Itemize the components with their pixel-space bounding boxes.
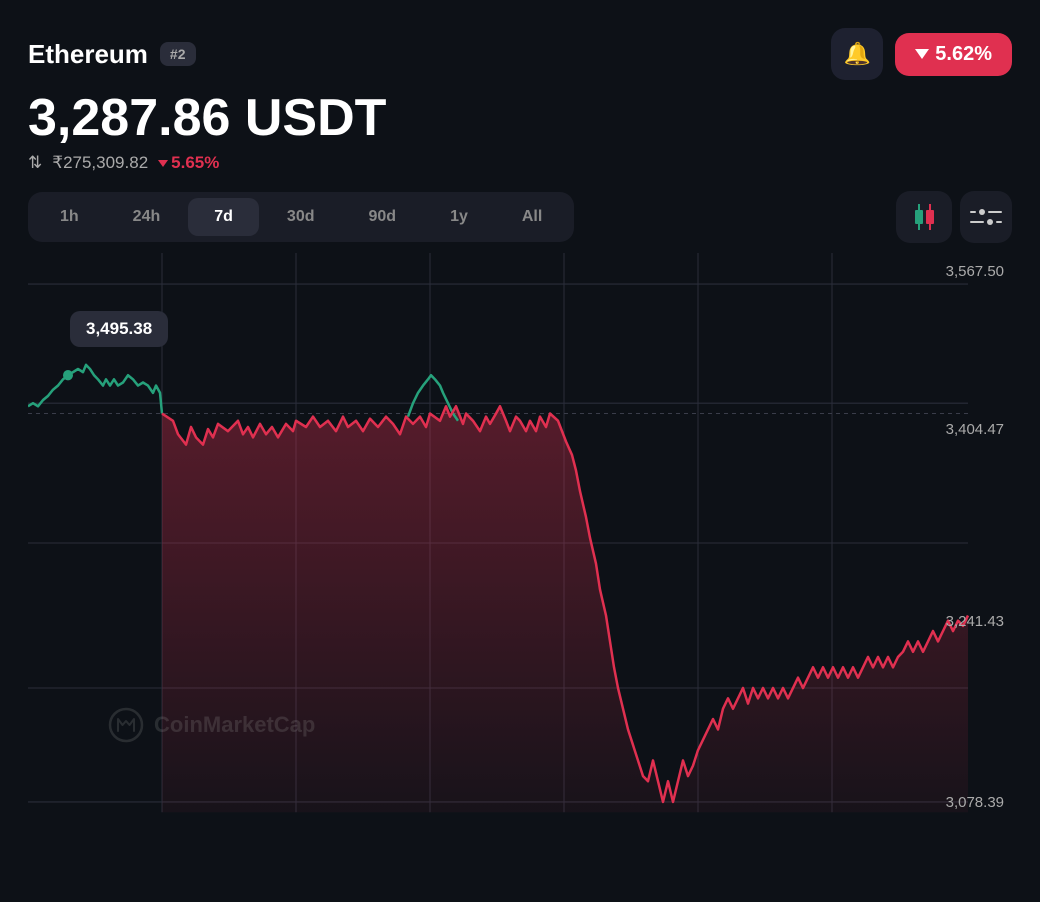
chart-type-button[interactable]: [896, 191, 952, 243]
tab-30d[interactable]: 30d: [261, 198, 341, 236]
tab-90d[interactable]: 90d: [343, 198, 423, 236]
tri-down-icon: [158, 160, 168, 167]
price-main: 3,287.86 USDT: [28, 90, 1012, 147]
chart-tooltip: 3,495.38: [70, 311, 168, 347]
down-arrow-icon: [915, 49, 929, 59]
price-label-mid-low: 3,241.43: [946, 613, 1004, 630]
coin-name: Ethereum: [28, 39, 148, 70]
price-inr: ₹275,309.82: [52, 153, 148, 173]
tab-24h[interactable]: 24h: [107, 198, 187, 236]
change-percent: 5.62%: [935, 43, 992, 66]
tab-1y[interactable]: 1y: [424, 198, 494, 236]
candlestick-icon: [915, 204, 934, 230]
watermark: CoinMarketCap: [108, 707, 315, 743]
swap-arrows-icon: ⇅: [28, 153, 42, 173]
rank-badge: #2: [160, 42, 196, 66]
price-label-mid-high: 3,404.47: [946, 421, 1004, 438]
tab-1h[interactable]: 1h: [34, 198, 105, 236]
tab-7d[interactable]: 7d: [188, 198, 259, 236]
tab-all[interactable]: All: [496, 198, 568, 236]
tooltip-value: 3,495.38: [86, 319, 152, 338]
watermark-text: CoinMarketCap: [154, 712, 315, 738]
filter-button[interactable]: [960, 191, 1012, 243]
change-inr-value: 5.65%: [171, 153, 219, 173]
price-label-bottom: 3,078.39: [946, 794, 1004, 811]
price-label-top: 3,567.50: [946, 263, 1004, 280]
sliders-icon: [970, 209, 1002, 225]
price-chart: [28, 253, 1012, 833]
bell-button[interactable]: 🔔: [831, 28, 883, 80]
time-tabs: 1h 24h 7d 30d 90d 1y All: [28, 192, 574, 242]
chart-area: 3,567.50 3,404.47 3,241.43 3,078.39 3,49…: [28, 253, 1012, 833]
bell-icon: 🔔: [844, 41, 871, 67]
change-badge: 5.62%: [895, 33, 1012, 76]
change-inr: 5.65%: [158, 153, 219, 173]
